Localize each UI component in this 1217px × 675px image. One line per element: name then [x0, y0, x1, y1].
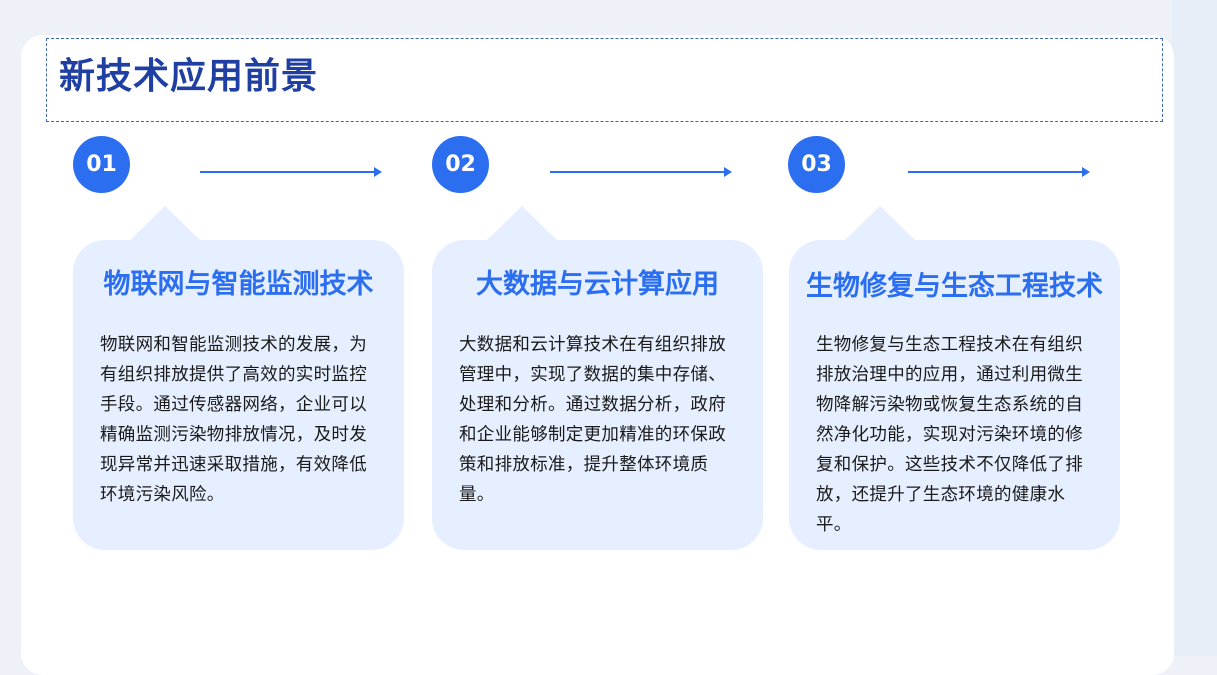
step-2-arrow [550, 167, 732, 177]
step-1-description: 物联网和智能监测技术的发展，为有组织排放提供了高效的实时监控手段。通过传感器网络… [100, 335, 367, 505]
title-box: 新技术应用前景 [46, 38, 1163, 122]
page-title: 新技术应用前景 [59, 56, 319, 97]
step-1-card-pointer [130, 206, 200, 240]
step-1-number-badge: 01 [73, 136, 130, 193]
step-3-card-pointer [845, 206, 915, 240]
step-2-number-badge: 02 [432, 136, 489, 193]
step-2-description: 大数据和云计算技术在有组织排放管理中，实现了数据的集中存储、处理和分析。通过数据… [459, 335, 726, 505]
step-2-heading: 大数据与云计算应用 [476, 269, 719, 300]
background-strip [1172, 0, 1217, 656]
step-3-number-badge: 03 [788, 136, 845, 193]
step-3-description: 生物修复与生态工程技术在有组织排放治理中的应用，通过利用微生物降解污染物或恢复生… [816, 335, 1083, 535]
step-1-arrow [200, 167, 382, 177]
step-3-heading: 生物修复与生态工程技术 [806, 271, 1103, 302]
step-3-arrow [908, 167, 1090, 177]
step-3-card: 生物修复与生态工程技术 生物修复与生态工程技术在有组织排放治理中的应用，通过利用… [789, 240, 1120, 550]
step-2-card: 大数据与云计算应用 大数据和云计算技术在有组织排放管理中，实现了数据的集中存储、… [432, 240, 763, 550]
step-2-card-pointer [487, 206, 557, 240]
step-1-card: 物联网与智能监测技术 物联网和智能监测技术的发展，为有组织排放提供了高效的实时监… [73, 240, 404, 550]
step-1-heading: 物联网与智能监测技术 [103, 269, 374, 300]
